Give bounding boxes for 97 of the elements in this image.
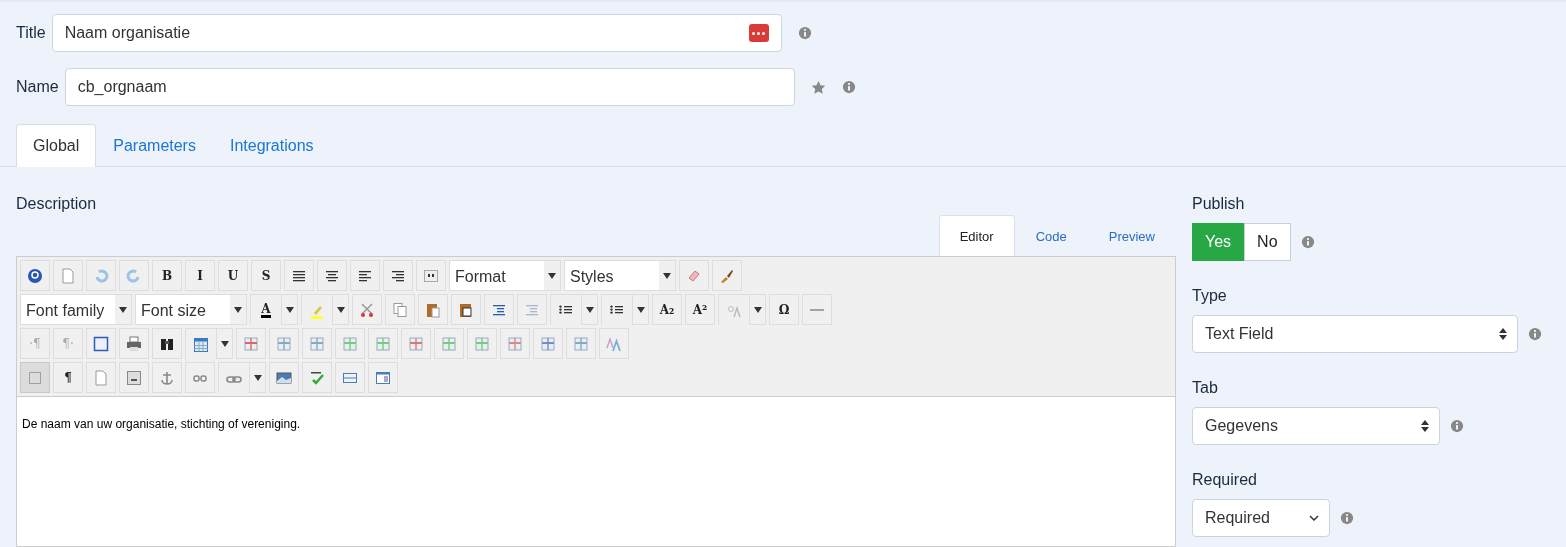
caret-icon (220, 340, 229, 347)
select-field[interactable]: Required (1192, 499, 1330, 537)
caret-icon (253, 374, 262, 381)
sort-arrows-icon (1421, 420, 1429, 432)
select-field[interactable]: Text Field (1192, 315, 1518, 353)
field-label: Tab (1192, 379, 1219, 397)
toolbar-icon (276, 335, 292, 352)
editor-tab[interactable]: Code (1014, 215, 1088, 256)
caret-icon (663, 272, 671, 279)
field-label: Required (1192, 471, 1258, 489)
info-icon[interactable] (1528, 327, 1542, 341)
toolbar-button[interactable]: A² (685, 294, 715, 325)
toolbar-button[interactable] (20, 260, 50, 291)
field-label: Title (16, 24, 46, 42)
frame-icon (126, 369, 142, 386)
split-button[interactable] (550, 294, 598, 325)
password-manager-icon[interactable] (748, 24, 769, 42)
toolbar-icon (441, 335, 457, 352)
toolbar-icon (408, 335, 424, 352)
editor-tab[interactable]: Editor (938, 215, 1015, 256)
toolbar-button[interactable]: ¶ (53, 362, 83, 393)
tab[interactable]: Global (16, 124, 97, 167)
toolbar-icon (342, 335, 358, 352)
toolbar-button[interactable] (451, 294, 481, 325)
toolbar-dropdown[interactable]: Styles (564, 260, 676, 291)
horizontal-line-icon (809, 308, 825, 311)
split-button[interactable]: A (250, 294, 298, 325)
toolbar-button[interactable]: B (152, 260, 182, 291)
printer-icon (126, 335, 142, 352)
clipboard-icon (458, 301, 474, 318)
field-label: Name (16, 78, 59, 96)
caret-icon (636, 306, 645, 313)
toolbar-button[interactable] (383, 260, 413, 291)
toolbar-icon (243, 335, 259, 352)
editor-tab[interactable]: Preview (1087, 215, 1176, 256)
toolbar-icon (540, 335, 556, 352)
tab[interactable]: Parameters (96, 124, 213, 167)
text-field[interactable]: cb_orgnaam (64, 68, 795, 106)
toggle-option[interactable]: No (1244, 223, 1291, 261)
info-icon[interactable] (841, 80, 856, 94)
info-icon[interactable] (1340, 511, 1354, 525)
redo-icon (126, 267, 142, 284)
info-icon[interactable] (1300, 235, 1315, 249)
anchor-icon (159, 369, 175, 386)
toolbar-button[interactable] (317, 260, 347, 291)
field-label: Publish (1192, 195, 1246, 213)
toolbar-icon (375, 335, 391, 352)
caret-icon (285, 306, 294, 313)
clipboard-icon (425, 301, 441, 318)
caret-icon (753, 306, 762, 313)
toolbar-icon (309, 335, 325, 352)
toolbar-dropdown[interactable]: Font family (20, 294, 132, 325)
document-icon (60, 267, 76, 284)
dotted-square-icon (27, 369, 43, 386)
field-label: Type (1192, 287, 1228, 305)
undo-icon (93, 267, 109, 284)
caret-icon (585, 306, 594, 313)
toolbar-dropdown[interactable]: Font size (135, 294, 247, 325)
toolbar-button[interactable]: A₂ (652, 294, 682, 325)
sort-arrows-icon (1499, 328, 1507, 340)
info-icon[interactable] (1450, 419, 1464, 433)
brush-icon (719, 267, 735, 284)
window-icon (375, 369, 391, 386)
toolbar-icon (573, 335, 589, 352)
select-field[interactable]: Gegevens (1192, 407, 1440, 445)
chevron-down-icon (1309, 515, 1319, 521)
tab[interactable]: Integrations (212, 124, 331, 167)
toolbar-icon (474, 335, 490, 352)
toolbar-button[interactable] (284, 260, 314, 291)
caret-icon (234, 306, 242, 313)
toolbar-button[interactable]: S (251, 260, 281, 291)
caret-icon (336, 306, 345, 313)
quote-icon (423, 267, 439, 284)
text-style-icon (606, 335, 622, 352)
spellcheck-icon (309, 369, 325, 386)
split-button[interactable] (601, 294, 649, 325)
help-icon (27, 267, 43, 284)
description-label: Description (16, 195, 97, 213)
toolbar-button[interactable]: Ω (769, 294, 799, 325)
toolbar-dropdown[interactable]: Format (449, 260, 561, 291)
toolbar-button[interactable]: I (185, 260, 215, 291)
table-icon (193, 336, 209, 353)
rich-text-editor[interactable]: B I U S Format Styles Font family Font size A A₂ A² Ω ·¶ ¶· ¶ De naam van uw organisatie, stichting of vereniging. (16, 256, 1176, 547)
scissors-icon (359, 301, 375, 318)
copy-icon (392, 301, 408, 318)
image-icon (276, 369, 292, 386)
fullscreen-icon (93, 335, 109, 352)
toolbar-button[interactable]: U (218, 260, 248, 291)
caret-icon (548, 272, 556, 279)
caret-icon (119, 306, 127, 313)
toolbar-button[interactable] (152, 328, 182, 359)
toolbar-button[interactable] (350, 260, 380, 291)
document-icon (93, 369, 109, 386)
editor-text: De naam van uw organisatie, stichting of vereniging. (22, 417, 301, 431)
text-field[interactable]: Naam organisatie (51, 14, 782, 52)
info-icon[interactable] (797, 26, 812, 40)
toolbar-icon (507, 335, 523, 352)
